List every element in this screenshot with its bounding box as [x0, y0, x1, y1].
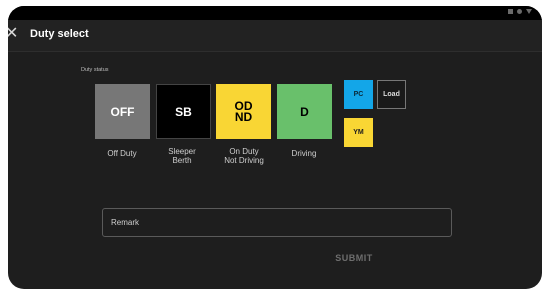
- pc-button[interactable]: PC: [344, 80, 373, 109]
- duty-tile-sleeper[interactable]: SB: [156, 84, 211, 139]
- page-title: Duty select: [30, 28, 89, 40]
- status-icons: [508, 9, 532, 14]
- duty-caption-off: Off Duty: [107, 149, 137, 158]
- ym-button[interactable]: YM: [344, 118, 373, 147]
- duty-tile-code: OD ND: [234, 98, 253, 124]
- submit-button[interactable]: SUBMIT: [328, 250, 380, 266]
- close-icon[interactable]: ✕: [8, 25, 18, 43]
- duty-tile-code: SB: [175, 104, 192, 119]
- duty-tile-on-duty[interactable]: OD ND: [216, 84, 271, 139]
- device-screen: ✕ Duty select Duty status OFF SB OD ND D…: [8, 6, 542, 289]
- duty-caption-on-duty: On Duty Not Driving: [224, 147, 264, 165]
- duty-tile-driving[interactable]: D: [277, 84, 332, 139]
- status-bar: [8, 6, 542, 20]
- battery-icon: [526, 9, 532, 14]
- duty-caption-driving: Driving: [291, 149, 317, 158]
- duty-status-label: Duty status: [81, 67, 109, 73]
- remark-input[interactable]: [102, 208, 452, 237]
- load-button[interactable]: Load: [377, 80, 406, 109]
- wifi-icon: [517, 9, 522, 14]
- duty-tile-off[interactable]: OFF: [95, 84, 150, 139]
- app-bar: ✕ Duty select: [8, 20, 542, 52]
- signal-icon: [508, 9, 513, 14]
- duty-caption-sleeper: Sleeper Berth: [168, 147, 196, 165]
- duty-tile-code: OFF: [110, 104, 135, 119]
- duty-tile-code: D: [300, 104, 309, 119]
